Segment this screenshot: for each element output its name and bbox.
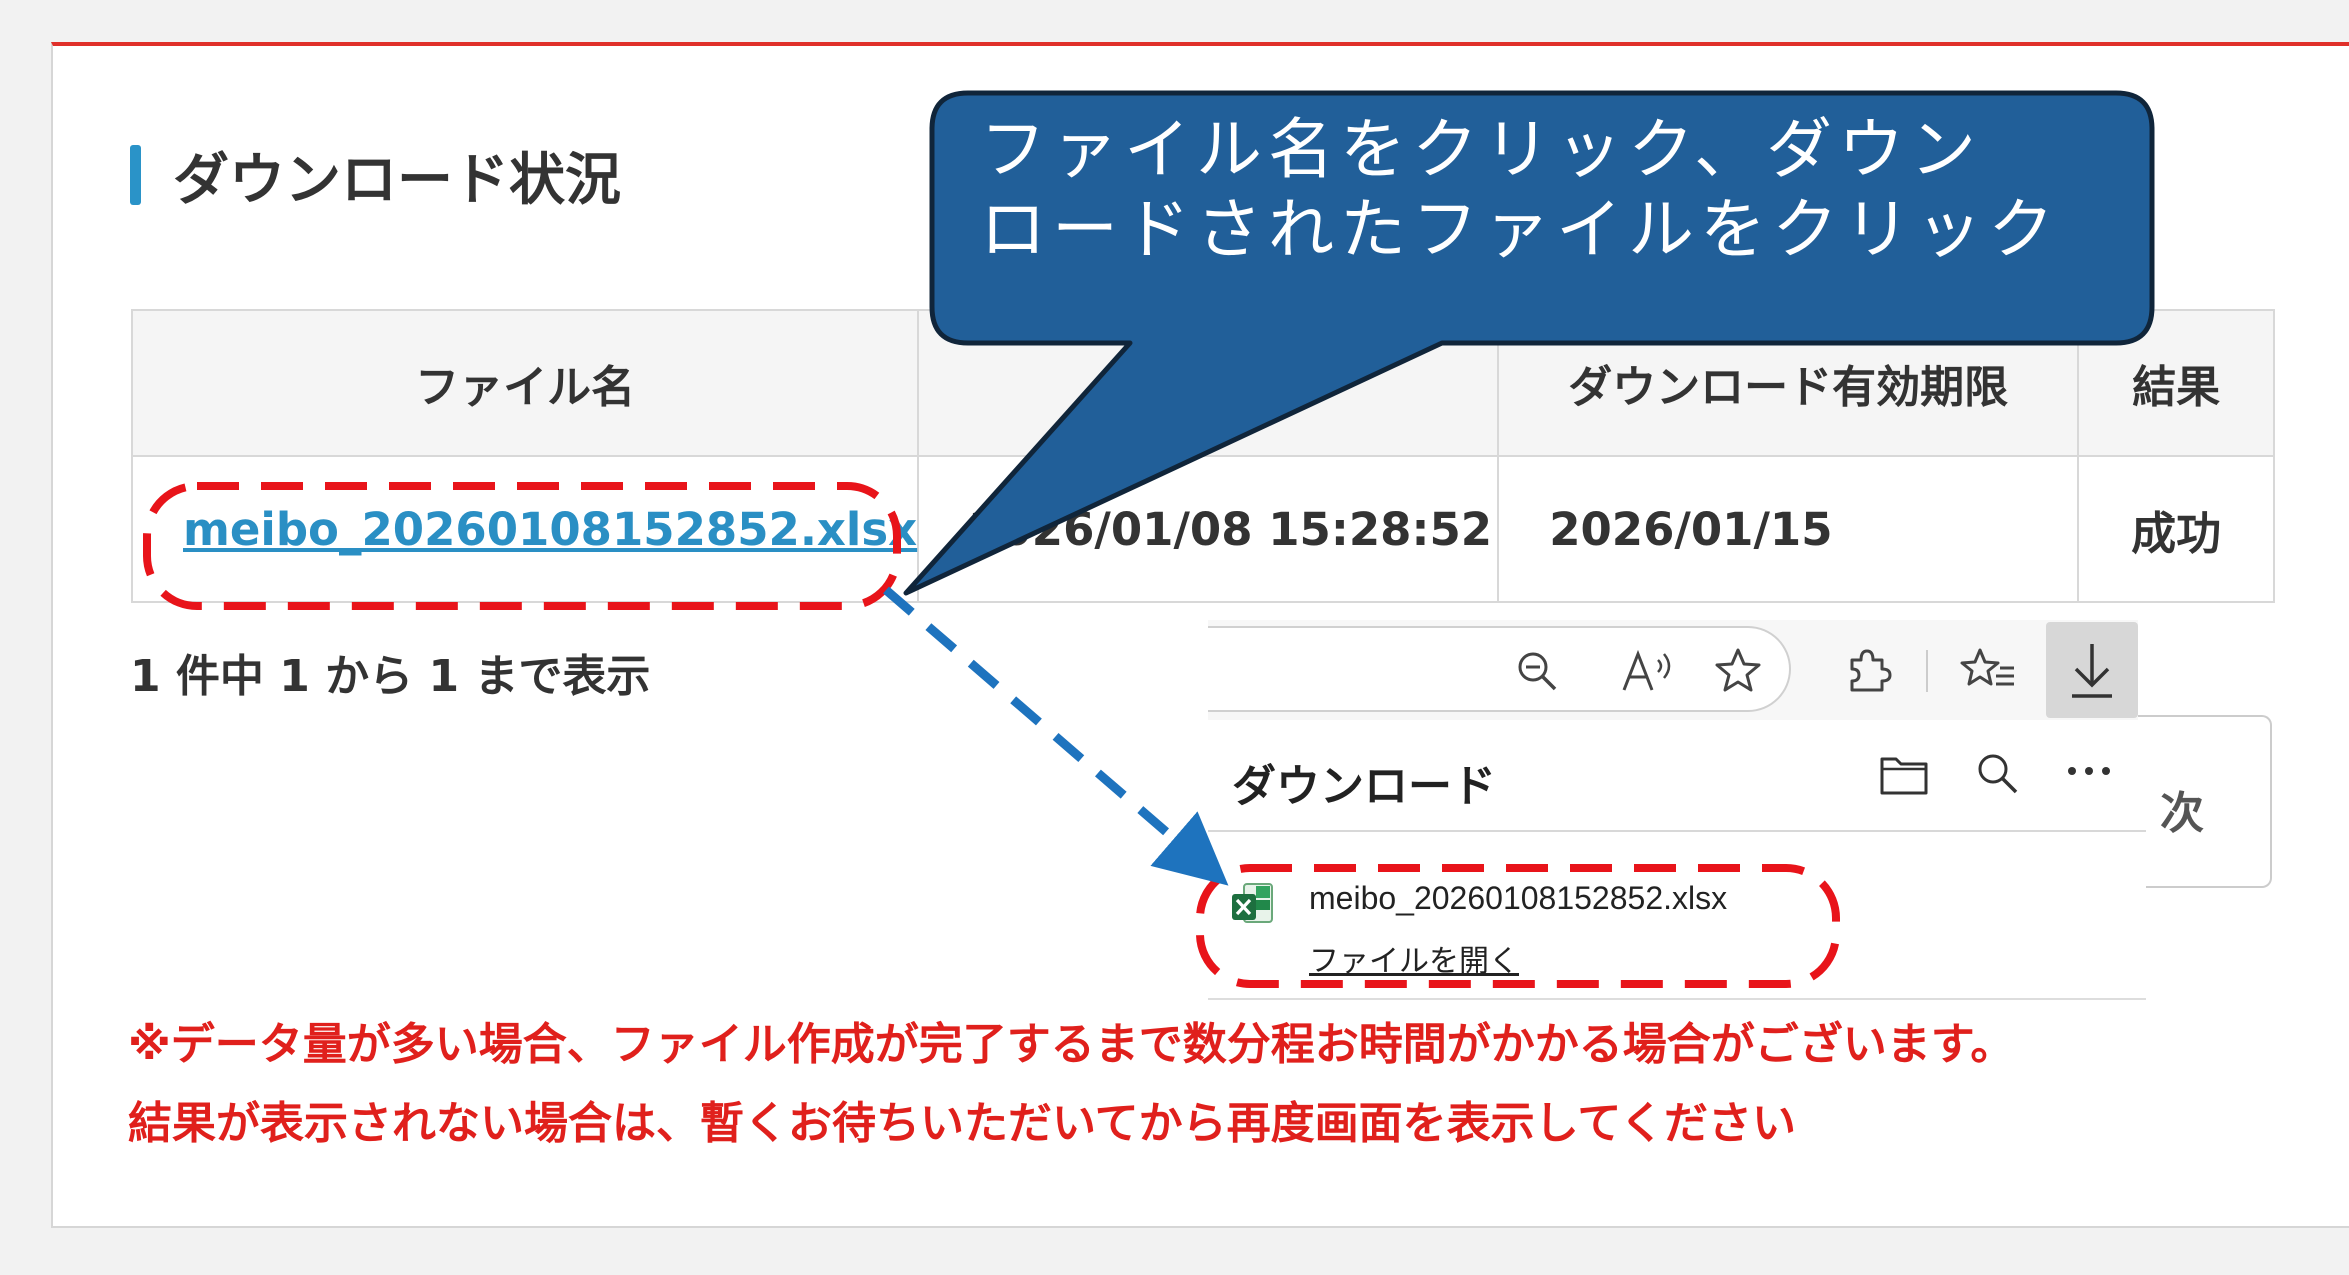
callout-line-1: ファイル名をクリック、ダウン [980, 111, 1983, 188]
callout-text: ファイル名をクリック、ダウン ロードされたファイルをクリック [980, 110, 2100, 270]
guide-arrow [883, 586, 1229, 886]
callout-line-2: ロードされたファイルをクリック [980, 191, 2060, 268]
download-item-highlight [1196, 864, 1840, 988]
file-link-highlight [143, 482, 901, 610]
